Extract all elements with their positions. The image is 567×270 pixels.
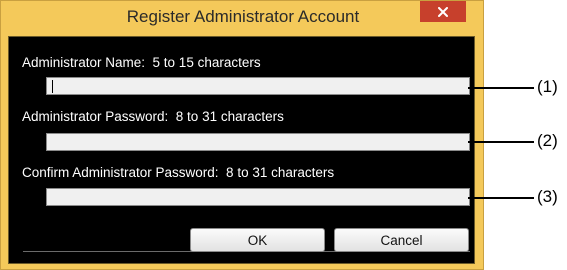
text-caret (52, 80, 53, 93)
admin-name-label: Administrator Name: 5 to 15 characters (22, 55, 261, 70)
close-button[interactable] (420, 1, 466, 22)
admin-password-field[interactable] (46, 133, 470, 151)
title-bar[interactable]: Register Administrator Account (1, 1, 485, 35)
callout-line-1 (468, 87, 534, 89)
callout-label-1: (1) (537, 77, 558, 96)
callout-line-2 (468, 141, 534, 143)
close-icon (438, 6, 448, 17)
callout-label-2: (2) (537, 131, 558, 150)
cancel-button[interactable]: Cancel (334, 228, 469, 252)
callout-label-3: (3) (537, 187, 558, 206)
admin-name-field[interactable] (46, 77, 470, 95)
ok-button[interactable]: OK (190, 228, 325, 252)
admin-password-label: Administrator Password: 8 to 31 characte… (22, 109, 284, 124)
confirm-password-label: Confirm Administrator Password: 8 to 31 … (22, 165, 335, 180)
dialog-title: Register Administrator Account (126, 7, 360, 26)
callout-line-3 (468, 197, 534, 199)
confirm-password-field[interactable] (46, 188, 470, 206)
